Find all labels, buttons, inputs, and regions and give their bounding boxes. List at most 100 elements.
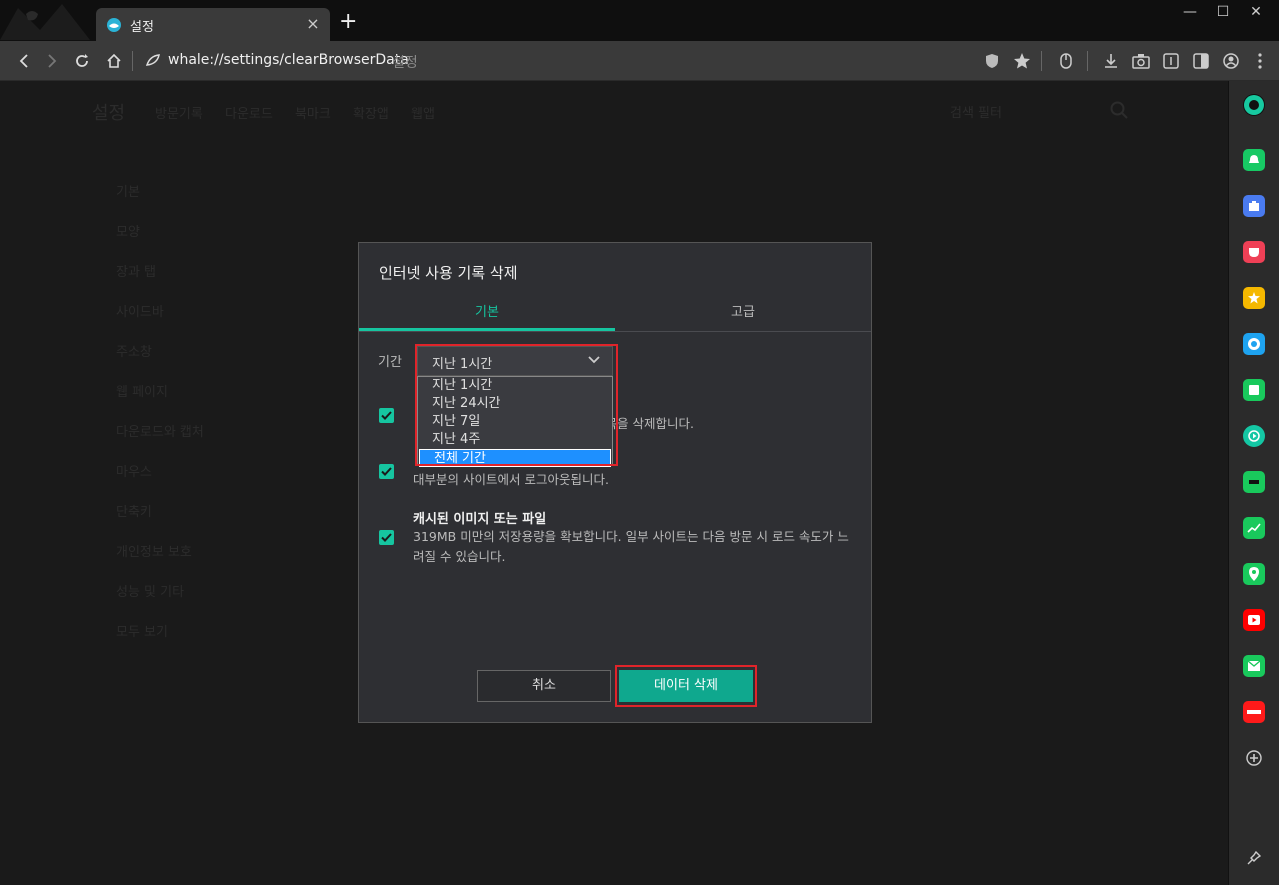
nav-webapps: 웹앱 bbox=[411, 107, 435, 122]
mail-icon[interactable] bbox=[1243, 655, 1265, 677]
browser-window: 설정 × + — ☐ ✕ whale://settings/clearBrows… bbox=[0, 0, 1279, 885]
dialog-title: 인터넷 사용 기록 삭제 bbox=[379, 264, 518, 282]
papago-icon[interactable] bbox=[1243, 333, 1265, 355]
capture-button[interactable] bbox=[1129, 49, 1153, 73]
side-item: 다운로드와 캡처 bbox=[116, 425, 204, 440]
play-icon[interactable] bbox=[1243, 425, 1265, 447]
back-button[interactable] bbox=[12, 49, 36, 73]
camera-icon bbox=[1132, 54, 1150, 69]
url-separator bbox=[132, 51, 133, 71]
shield-icon bbox=[986, 54, 998, 68]
bookmark-button[interactable] bbox=[1010, 49, 1034, 73]
map-pin-icon[interactable] bbox=[1243, 563, 1265, 585]
settings-search-placeholder: 검색 필터 bbox=[950, 106, 1002, 121]
checkbox-history[interactable] bbox=[379, 408, 394, 423]
reader-icon bbox=[1163, 53, 1179, 69]
tab-advanced[interactable]: 고급 bbox=[615, 301, 871, 320]
forward-button[interactable] bbox=[40, 49, 64, 73]
toolbox-icon[interactable] bbox=[1243, 195, 1265, 217]
tab-basic[interactable]: 기본 bbox=[359, 301, 615, 320]
checkmark-icon bbox=[381, 411, 392, 420]
side-item: 모두 보기 bbox=[116, 625, 168, 640]
profile-button[interactable] bbox=[1219, 49, 1243, 73]
whale-icon bbox=[107, 18, 121, 32]
side-item: 사이드바 bbox=[116, 305, 164, 320]
tab-close-icon[interactable]: × bbox=[304, 14, 322, 33]
finance-chart-icon[interactable] bbox=[1243, 517, 1265, 539]
side-item: 성능 및 기타 bbox=[116, 585, 185, 600]
whale-site-icon bbox=[145, 54, 160, 66]
nav-downloads: 다운로드 bbox=[224, 107, 273, 122]
webtoon-icon[interactable] bbox=[1243, 471, 1265, 493]
search-icon bbox=[1110, 101, 1128, 119]
item-history-desc: 항목을 삭제합니다. bbox=[594, 416, 694, 431]
shield-button[interactable] bbox=[980, 49, 1004, 73]
side-item: 주소창 bbox=[116, 345, 152, 360]
pocket-icon[interactable] bbox=[1243, 241, 1265, 263]
star-icon bbox=[1014, 53, 1030, 69]
new-tab-button[interactable]: + bbox=[339, 11, 357, 33]
mouse-icon bbox=[1060, 53, 1072, 69]
close-window-button[interactable]: ✕ bbox=[1241, 4, 1271, 20]
now-icon[interactable] bbox=[1243, 701, 1265, 723]
settings-title: 설정 bbox=[92, 103, 126, 124]
side-item: 모양 bbox=[116, 225, 140, 240]
home-icon bbox=[107, 53, 121, 68]
youtube-icon[interactable] bbox=[1243, 609, 1265, 631]
whale-wallpaper-icon bbox=[0, 4, 90, 40]
checkmark-icon bbox=[381, 533, 392, 542]
item-cache-desc: 319MB 미만의 저장용량을 확보합니다. 일부 사이트는 다음 방문 시 로… bbox=[413, 529, 849, 564]
side-item: 장과 탭 bbox=[116, 265, 157, 280]
tab-strip: 설정 × + — ☐ ✕ bbox=[0, 0, 1279, 41]
tab-settings[interactable]: 설정 × bbox=[96, 8, 330, 41]
nav-extensions: 확장앱 bbox=[353, 107, 389, 122]
sidebar-home-icon[interactable] bbox=[1243, 94, 1265, 116]
pin-icon[interactable] bbox=[1243, 847, 1265, 869]
address-page-name: 설정 bbox=[392, 55, 418, 71]
notification-icon[interactable] bbox=[1243, 149, 1265, 171]
add-sidebar-app-icon[interactable] bbox=[1243, 747, 1265, 769]
period-label: 기간 bbox=[378, 355, 402, 370]
toolbar-separator bbox=[1041, 51, 1042, 71]
reload-button[interactable] bbox=[70, 49, 94, 73]
side-item: 웹 페이지 bbox=[116, 385, 168, 400]
cancel-button[interactable]: 취소 bbox=[477, 670, 611, 702]
side-item: 단축키 bbox=[116, 505, 152, 520]
forward-arrow-icon bbox=[48, 54, 57, 68]
tab-divider bbox=[359, 331, 871, 332]
more-icon bbox=[1258, 53, 1262, 69]
checkbox-cache[interactable] bbox=[379, 530, 394, 545]
menu-button[interactable] bbox=[1248, 49, 1272, 73]
reader-button[interactable] bbox=[1159, 49, 1183, 73]
download-icon bbox=[1105, 54, 1117, 68]
tab-title: 설정 bbox=[130, 20, 154, 35]
side-item: 기본 bbox=[116, 185, 140, 200]
item-cookies-desc: 대부분의 사이트에서 로그아웃됩니다. bbox=[413, 472, 609, 487]
highlight-box-delete bbox=[615, 665, 757, 707]
whale-sidebar bbox=[1228, 81, 1279, 885]
clear-data-dialog: 인터넷 사용 기록 삭제 기본 고급 기간 지난 1시간 항목을 삭제합니다. … bbox=[358, 242, 872, 723]
checkmark-icon bbox=[381, 467, 392, 476]
toolbar-separator bbox=[1087, 51, 1088, 71]
memo-icon[interactable] bbox=[1243, 379, 1265, 401]
favorites-star-icon[interactable] bbox=[1243, 287, 1265, 309]
minimize-button[interactable]: — bbox=[1175, 4, 1205, 20]
profile-icon bbox=[1223, 53, 1239, 69]
checkbox-cookies[interactable] bbox=[379, 464, 394, 479]
nav-bookmarks: 북마크 bbox=[294, 107, 331, 122]
split-view-button[interactable] bbox=[1189, 49, 1213, 73]
item-cache-title: 캐시된 이미지 또는 파일 bbox=[413, 512, 547, 527]
maximize-button[interactable]: ☐ bbox=[1208, 4, 1238, 20]
home-button[interactable] bbox=[102, 49, 126, 73]
settings-top-nav: 방문기록 다운로드 북마크 확장앱 웹앱 bbox=[155, 103, 453, 122]
toolbar: whale://settings/clearBrowserData 설정 bbox=[0, 41, 1279, 81]
address-bar[interactable]: whale://settings/clearBrowserData bbox=[168, 52, 409, 68]
side-item: 개인정보 보호 bbox=[116, 545, 192, 560]
downloads-button[interactable] bbox=[1099, 49, 1123, 73]
side-item: 마우스 bbox=[116, 465, 152, 480]
split-view-icon bbox=[1193, 53, 1209, 69]
reload-icon bbox=[76, 54, 88, 67]
highlight-box-period bbox=[415, 344, 618, 466]
settings-side-nav: 기본 모양 장과 탭 사이드바 주소창 웹 페이지 다운로드와 캡처 마우스 단… bbox=[116, 181, 204, 661]
mouse-gesture-button[interactable] bbox=[1054, 49, 1078, 73]
